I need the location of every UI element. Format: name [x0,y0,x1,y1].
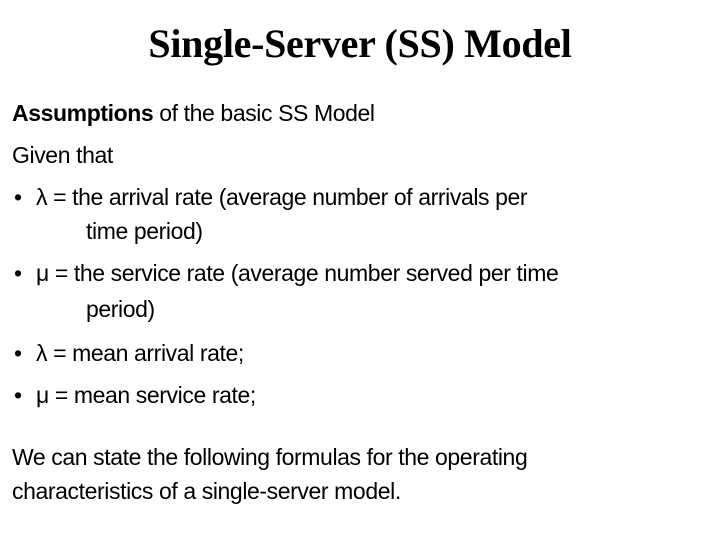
bullet-item: • μ = the service rate (average number se… [14,260,559,287]
bullet-icon: • [14,382,22,408]
given-line: Given that [12,142,113,168]
intro-bold: Assumptions [12,100,154,126]
bullet-item: • λ = the arrival rate (average number of… [14,184,528,211]
closing-line-1: We can state the following formulas for … [12,444,528,470]
slide-title: Single-Server (SS) Model [148,21,572,66]
intro-line: Assumptions of the basic SS Model [12,100,375,127]
intro-rest: of the basic SS Model [153,100,375,126]
bullet-icon: • [14,340,22,366]
bullet-text: λ = the arrival rate (average number of … [36,184,528,210]
bullet-text: μ = the service rate (average number ser… [36,260,559,286]
bullet-item: • μ = mean service rate; [14,382,256,409]
bullet-item: • λ = mean arrival rate; [14,340,244,367]
bullet-icon: • [14,184,22,210]
bullet-continuation: period) [86,296,155,322]
bullet-text: λ = mean arrival rate; [36,340,244,366]
closing-line-2: characteristics of a single-server model… [12,478,401,504]
bullet-icon: • [14,260,22,286]
bullet-text: μ = mean service rate; [36,382,256,408]
bullet-continuation: time period) [86,218,203,244]
